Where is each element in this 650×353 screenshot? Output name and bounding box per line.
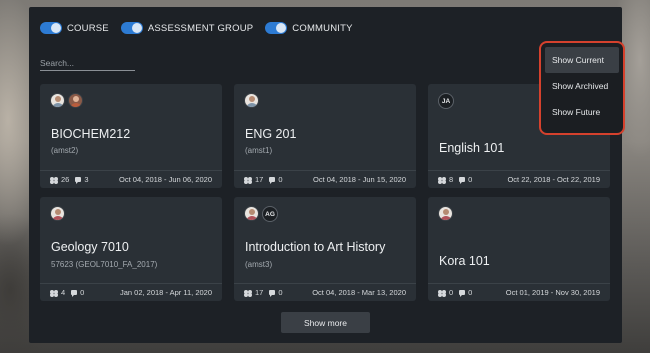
card-footer: 26 3 Oct 04, 2018 - Jun 06, 2020	[40, 170, 222, 188]
course-card-kora101[interactable]: Kora 101 0 0 Oct 01, 2019 - Nov 30, 2019	[428, 197, 610, 301]
member-avatars: AG	[244, 206, 281, 222]
date-range: Oct 01, 2019 - Nov 30, 2019	[505, 288, 600, 297]
card-footer: 8 0 Oct 22, 2018 - Oct 22, 2019	[428, 170, 610, 188]
date-range: Oct 22, 2018 - Oct 22, 2019	[507, 175, 600, 184]
date-range: Oct 04, 2018 - Jun 06, 2020	[119, 175, 212, 184]
comment-icon	[269, 290, 276, 297]
members-count: 17	[244, 288, 263, 297]
members-value: 26	[61, 175, 70, 184]
members-count: 26	[50, 175, 69, 184]
filter-course[interactable]: COURSE	[40, 22, 109, 34]
initials-avatar: AG	[262, 206, 278, 222]
comment-icon	[71, 290, 78, 297]
members-count: 8	[438, 175, 453, 184]
card-title: Introduction to Art History	[245, 240, 386, 254]
course-card-intro-art-history[interactable]: AG Introduction to Art History (amst3) 1…	[234, 197, 416, 301]
comments-count: 0	[459, 288, 472, 297]
comments-value: 0	[468, 288, 473, 297]
date-range: Oct 04, 2018 - Mar 13, 2020	[312, 288, 406, 297]
filter-community[interactable]: COMMUNITY	[265, 22, 352, 34]
member-avatars	[438, 206, 456, 221]
filter-label: ASSESSMENT GROUP	[147, 22, 254, 34]
toggle-knob	[276, 23, 287, 33]
card-subtitle: (amst3)	[245, 260, 273, 269]
course-card-geology7010[interactable]: Geology 7010 57623 (GEOL7010_FA_2017) 4 …	[40, 197, 222, 301]
user-avatar-icon	[50, 93, 65, 108]
filter-label: COMMUNITY	[292, 22, 353, 34]
comments-count: 0	[269, 288, 283, 297]
filter-label: COURSE	[67, 22, 109, 34]
user-avatar-icon	[244, 206, 259, 221]
members-value: 8	[449, 175, 454, 184]
member-avatars	[244, 93, 262, 108]
date-range: Jan 02, 2018 - Apr 11, 2020	[119, 288, 212, 297]
comments-value: 0	[278, 288, 283, 297]
filter-toggles: COURSE ASSESSMENT GROUP COMMUNITY	[40, 22, 365, 34]
main-panel: COURSE ASSESSMENT GROUP COMMUNITY BIOCHE…	[29, 7, 622, 343]
user-avatar-icon	[68, 93, 83, 108]
members-count: 17	[244, 175, 263, 184]
status-filter-menu: Show Current Show Archived Show Future	[539, 41, 625, 135]
people-icon	[244, 176, 253, 183]
card-title: Kora 101	[439, 254, 490, 268]
comments-value: 0	[468, 175, 473, 184]
people-icon	[50, 176, 59, 183]
members-count: 4	[50, 288, 65, 297]
community-toggle[interactable]	[265, 22, 288, 34]
member-avatars	[50, 206, 68, 221]
card-footer: 0 0 Oct 01, 2019 - Nov 30, 2019	[428, 283, 610, 301]
people-icon	[438, 289, 447, 296]
member-avatars: JA	[438, 93, 457, 109]
comments-value: 0	[80, 288, 85, 297]
comments-count: 0	[71, 288, 84, 297]
card-title: BIOCHEM212	[51, 127, 131, 141]
date-range: Oct 04, 2018 - Jun 15, 2020	[313, 175, 406, 184]
toggle-knob	[51, 23, 61, 33]
members-value: 17	[255, 288, 264, 297]
card-footer: 17 0 Oct 04, 2018 - Mar 13, 2020	[234, 283, 416, 301]
menu-item-show-future[interactable]: Show Future	[545, 99, 619, 125]
members-value: 0	[449, 288, 454, 297]
filter-assessment-group[interactable]: ASSESSMENT GROUP	[120, 22, 254, 34]
search-input[interactable]	[40, 55, 135, 71]
members-value: 4	[61, 288, 66, 297]
course-card-eng201[interactable]: ENG 201 (amst1) 17 0 Oct 04, 2018 - Jun …	[234, 84, 416, 188]
comment-icon	[459, 177, 466, 184]
user-avatar-icon	[438, 206, 453, 221]
comments-value: 3	[84, 175, 89, 184]
members-count: 0	[438, 288, 453, 297]
card-subtitle: (amst1)	[245, 146, 273, 155]
card-title: Geology 7010	[51, 240, 129, 254]
course-toggle[interactable]	[40, 22, 62, 34]
card-footer: 17 0 Oct 04, 2018 - Jun 15, 2020	[234, 170, 416, 188]
comment-icon	[459, 290, 466, 297]
card-footer: 4 0 Jan 02, 2018 - Apr 11, 2020	[40, 283, 222, 301]
card-title: English 101	[439, 141, 505, 155]
user-avatar-icon	[244, 93, 259, 108]
course-card-biochem212[interactable]: BIOCHEM212 (amst2) 26 3 Oct 04, 2018 - J…	[40, 84, 222, 188]
people-icon	[244, 289, 253, 296]
comments-count: 3	[75, 175, 89, 184]
members-value: 17	[255, 175, 264, 184]
comment-icon	[269, 177, 276, 184]
comment-icon	[75, 177, 82, 184]
toggle-knob	[131, 23, 142, 33]
menu-item-show-archived[interactable]: Show Archived	[545, 73, 619, 99]
comments-value: 0	[278, 175, 283, 184]
member-avatars	[50, 93, 86, 108]
show-more-button[interactable]: Show more	[281, 312, 370, 333]
people-icon	[438, 176, 447, 183]
people-icon	[50, 289, 59, 296]
user-avatar-icon	[50, 206, 65, 221]
menu-item-show-current[interactable]: Show Current	[545, 47, 619, 73]
card-title: ENG 201	[245, 127, 297, 141]
comments-count: 0	[459, 175, 472, 184]
initials-avatar: JA	[438, 93, 454, 109]
card-subtitle: 57623 (GEOL7010_FA_2017)	[51, 260, 158, 269]
card-subtitle: (amst2)	[51, 146, 79, 155]
assessment-group-toggle[interactable]	[120, 22, 143, 34]
comments-count: 0	[269, 175, 283, 184]
